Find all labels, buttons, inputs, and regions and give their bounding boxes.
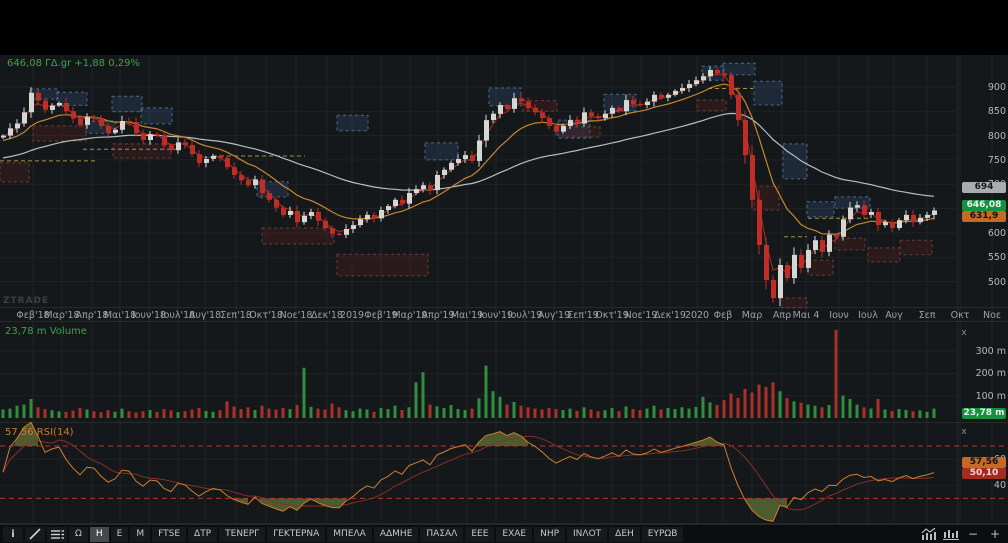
price-axis-tick: 750 [987,155,1006,166]
combo-chart-icon[interactable] [919,527,939,542]
toolbar-button-Μ[interactable]: Μ [130,526,151,542]
toolbar-button-ΜΠΕΛΑ[interactable]: ΜΠΕΛΑ [327,526,372,542]
toolbar-button-ΕΥΡΩΒ[interactable]: ΕΥΡΩΒ [641,526,684,542]
toolbar-button-ΕΧΑΕ[interactable]: ΕΧΑΕ [496,526,533,542]
trendline-tool-icon[interactable] [25,526,45,542]
symbol-button-row: Ω Η Ε Μ FTSE ΔΤΡ ΤΕΝΕΡΓ ΓΕΚΤΕΡΝΑ ΜΠΕΛΑ ΑΔΜΗΕ ΠΑΣΑΛ… [68,526,684,542]
ma-slow-value-badge: 694 [962,182,1006,193]
toolbar-button-ΔΤΡ[interactable]: ΔΤΡ [188,526,218,542]
rsi-ma-value-badge: 50,10 [962,468,1006,479]
rsi-value-badge: 57,56 [962,457,1006,468]
price-axis-tick: 800 [987,131,1006,142]
indicator-list-icon[interactable] [47,526,67,542]
price-axis-tick: 600 [987,228,1006,239]
volume-axis-tick: 200 m [975,368,1006,379]
toolbar-button-Ε[interactable]: Ε [110,526,129,542]
toolbar-button-FTSE[interactable]: FTSE [152,526,187,542]
toolbar-button-ΙΝΛΟΤ[interactable]: ΙΝΛΟΤ [567,526,608,542]
toolbar-button-Η[interactable]: Η [89,526,109,542]
toolbar-button-Ω[interactable]: Ω [69,526,88,542]
volume-indicator-label: 23,78 m Volume [5,326,87,337]
toolbar-button-ΔΕΗ[interactable]: ΔΕΗ [609,526,640,542]
toolbar-button-ΑΔΜΗΕ[interactable]: ΑΔΜΗΕ [373,526,419,542]
price-axis-tick: 900 [987,82,1006,93]
ztrade-watermark: ZTRADE [3,296,50,306]
price-axis-tick: 850 [987,106,1006,117]
last-price-badge: 646,08 [962,200,1006,211]
volume-value-badge: 23,78 m [962,408,1006,419]
rsi-panel-close-button[interactable]: x [958,427,970,437]
volume-axis-tick: 100 m [975,391,1006,402]
toolbar-button-ΓΕΚΤΕΡΝΑ[interactable]: ΓΕΚΤΕΡΝΑ [267,526,326,542]
zoom-in-button[interactable]: + [986,527,1004,542]
toolbar-button-ΤΕΝΕΡΓ[interactable]: ΤΕΝΕΡΓ [219,526,266,542]
ma-mid-value-badge: 631,9 [962,211,1006,222]
zoom-out-button[interactable]: − [964,527,982,542]
volume-axis-tick: 300 m [975,346,1006,357]
toolbar-button-ΕΕΕ[interactable]: ΕΕΕ [465,526,495,542]
toolbar-button-ΠΑΣΑΛ[interactable]: ΠΑΣΑΛ [420,526,464,542]
rsi-axis-tick: 40 [993,480,1006,491]
time-axis-label: Νοε [982,310,1002,321]
bar-chart-icon[interactable] [941,527,961,542]
trading-app-window: 646,08 ΓΔ.gr +1,88 0,29% ZTRADE 23,78 m … [0,0,1008,543]
price-axis-tick: 550 [987,252,1006,263]
bottom-toolbar: i Ω Η Ε Μ FTSE ΔΤΡ ΤΕΝΕΡΓ ΓΕΚΤΕΡΝΑ ΜΠΕΛΑ ΑΔΜΗΕ ΠΑΣ… [0,524,1008,543]
price-axis-tick: 500 [987,277,1006,288]
rsi-indicator-label: 57,56 RSI(14) [5,427,74,438]
chart-canvas[interactable] [0,0,1008,543]
volume-panel-close-button[interactable]: x [958,328,970,338]
info-icon[interactable]: i [3,526,23,542]
toolbar-button-ΝΗΡ[interactable]: ΝΗΡ [534,526,566,542]
symbol-quote-label: 646,08 ΓΔ.gr +1,88 0,29% [7,58,140,69]
